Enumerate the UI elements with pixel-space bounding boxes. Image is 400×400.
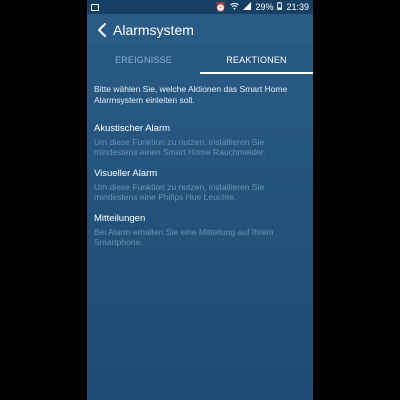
phone-screen: ⏰ 29% 21:39 Alarmsystem EREIGNISSE REAKT… [87,0,313,400]
notifications-section[interactable]: Mitteilungen Bei Alarm erhalten Sie eine… [94,213,306,247]
section-title: Akustischer Alarm [94,123,171,134]
signal-icon [243,0,252,14]
section-title: Visueller Alarm [94,168,158,179]
battery-percent: 29% [255,2,274,12]
intro-text: Bitte wählen Sie, welche Aktionen das Sm… [94,84,288,105]
section-description: Um diese Funktion zu nutzen, installiere… [94,137,266,157]
section-description: Um diese Funktion zu nutzen, installiere… [94,182,265,202]
wifi-icon [230,0,240,14]
status-bar-right: ⏰ 29% 21:39 [215,0,309,14]
clock-time: 21:39 [286,2,309,12]
active-tab-indicator [200,72,313,74]
tab-bar: EREIGNISSE REAKTIONEN [87,46,313,74]
section-description: Bei Alarm erhalten Sie eine Mitteilung a… [94,227,274,247]
alarm-clock-icon: ⏰ [215,2,227,12]
reactions-content: Bitte wählen Sie, welche Aktionen das Sm… [94,84,306,258]
section-title: Mitteilungen [94,213,146,224]
back-arrow-icon[interactable] [96,22,110,38]
tab-reaktionen[interactable]: REAKTIONEN [200,46,313,74]
page-title: Alarmsystem [113,22,194,38]
tab-ereignisse[interactable]: EREIGNISSE [87,46,200,74]
battery-icon [277,0,283,14]
status-bar: ⏰ 29% 21:39 [87,0,313,14]
visual-alarm-section[interactable]: Visueller Alarm Um diese Funktion zu nut… [94,168,306,202]
app-bar: Alarmsystem [87,14,313,46]
acoustic-alarm-section[interactable]: Akustischer Alarm Um diese Funktion zu n… [94,123,306,157]
gallery-notification-icon [91,0,99,14]
